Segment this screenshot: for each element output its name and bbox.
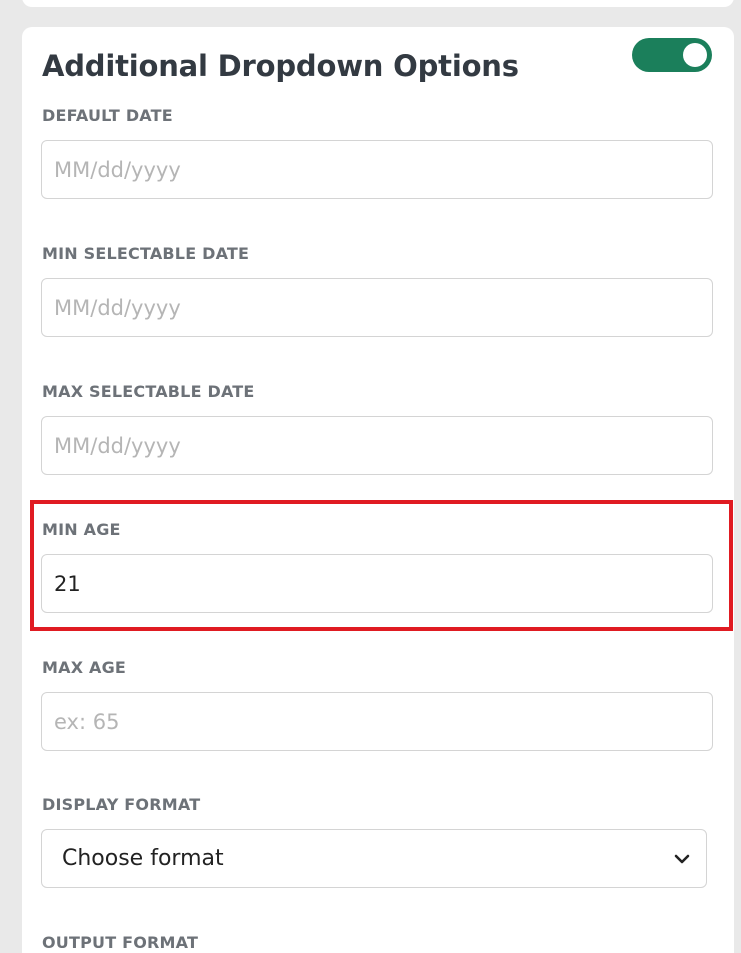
- max-age-input[interactable]: [41, 692, 713, 751]
- toggle-knob: [683, 43, 707, 67]
- max-selectable-date-label: MAX SELECTABLE DATE: [42, 382, 255, 401]
- previous-card: [22, 0, 734, 7]
- output-format-label: OUTPUT FORMAT: [42, 933, 199, 952]
- options-toggle[interactable]: [632, 38, 712, 72]
- display-format-select[interactable]: Choose format: [41, 829, 707, 888]
- default-date-label: DEFAULT DATE: [42, 106, 173, 125]
- default-date-input[interactable]: [41, 140, 713, 199]
- min-age-input[interactable]: [41, 554, 713, 613]
- app-window: Additional Dropdown Options DEFAULT DATE…: [0, 0, 741, 953]
- display-format-selected-value: Choose format: [62, 846, 224, 871]
- min-selectable-date-label: MIN SELECTABLE DATE: [42, 244, 250, 263]
- max-selectable-date-input[interactable]: [41, 416, 713, 475]
- min-selectable-date-input[interactable]: [41, 278, 713, 337]
- panel-title: Additional Dropdown Options: [42, 49, 519, 83]
- min-age-label: MIN AGE: [42, 520, 121, 539]
- display-format-label: DISPLAY FORMAT: [42, 795, 201, 814]
- chevron-down-icon: [674, 854, 690, 864]
- max-age-label: MAX AGE: [42, 658, 127, 677]
